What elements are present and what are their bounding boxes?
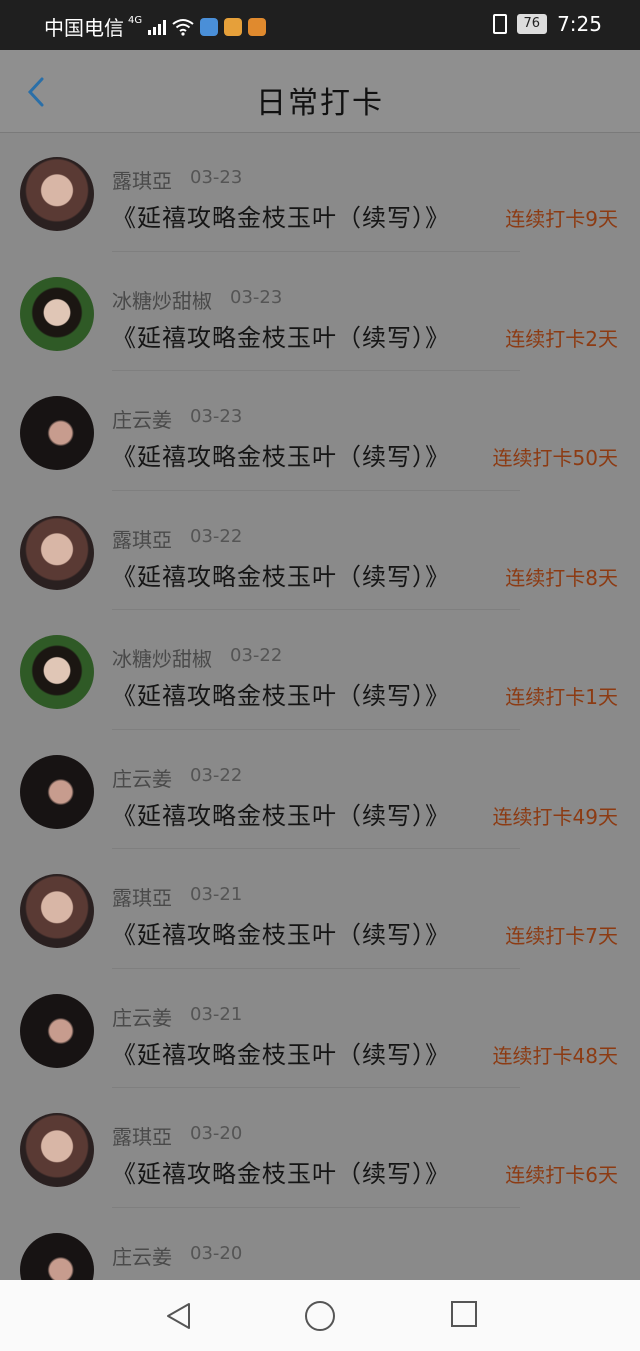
streak-label: 连续打卡9天 [505,207,618,231]
checkin-date: 03-21 [190,1003,243,1025]
book-title: 《延禧攻略金枝玉叶（续写）》 [112,323,450,352]
streak-label: 连续打卡50天 [492,446,618,470]
user-name: 冰糖炒甜椒 [112,647,212,671]
user-name: 庄云姜 [112,1005,172,1030]
book-title: 《延禧攻略金枝玉叶（续写）》 [112,443,450,471]
avatar[interactable] [20,157,94,231]
avatar[interactable] [20,515,94,590]
system-nav-bar [0,1280,640,1351]
app-notification-icon [200,17,219,36]
streak-label: 连续打卡48天 [492,1043,618,1068]
book-title: 《延禧攻略金枝玉叶（续写）》 [112,801,450,830]
book-title: 《延禧攻略金枝玉叶（续写）》 [112,204,450,232]
streak-label: 连续打卡7天 [505,924,618,948]
battery-icon: 76 [516,14,548,34]
checkin-date: 03-20 [190,1242,243,1264]
list-item[interactable]: 露琪亞 03-23 《延禧攻略金枝玉叶（续写）》 连续打卡9天 [0,132,640,252]
user-name: 庄云姜 [112,408,172,432]
avatar[interactable] [20,396,94,470]
weibo-icon [224,17,243,36]
user-name: 露琪亞 [112,886,172,910]
avatar[interactable] [20,993,94,1068]
status-bar: 中国电信 4G 76 7:25 [0,0,640,50]
status-right: 76 7:25 [492,12,602,36]
wifi-icon [172,18,194,36]
book-title: 《延禧攻略金枝玉叶（续写）》 [112,921,450,949]
book-title: 《延禧攻略金枝玉叶（续写）》 [112,562,450,591]
signal-icon [148,19,167,35]
avatar[interactable] [20,276,94,351]
user-name: 冰糖炒甜椒 [112,288,212,313]
list-item[interactable]: 冰糖炒甜椒 03-23 《延禧攻略金枝玉叶（续写）》 连续打卡2天 [0,252,640,371]
list-item[interactable]: 露琪亞 03-21 《延禧攻略金枝玉叶（续写）》 连续打卡7天 [0,849,640,969]
book-title: 《延禧攻略金枝玉叶（续写）》 [112,682,450,710]
user-name: 露琪亞 [112,527,172,552]
list-item[interactable]: 庄云姜03-20《延禧攻略金枝玉叶（续写）》 [0,1208,640,1280]
list-item[interactable]: 露琪亞 03-20 《延禧攻略金枝玉叶（续写）》 连续打卡6天 [0,1088,640,1208]
nav-home-icon[interactable] [305,1301,335,1331]
clock: 7:25 [557,12,602,36]
video-app-icon [248,17,267,36]
nav-recents-icon[interactable] [451,1301,477,1327]
nav-back-icon[interactable] [165,1302,191,1330]
page-header: 日常打卡 [0,50,640,133]
list-item[interactable]: 庄云姜 03-21 《延禧攻略金枝玉叶（续写）》 连续打卡48天 [0,969,640,1088]
status-left: 中国电信 4G [44,12,267,41]
checkin-list[interactable]: 露琪亞 03-23 《延禧攻略金枝玉叶（续写）》 连续打卡9天冰糖炒甜椒 03-23 《延… [0,132,640,1280]
checkin-date: 03-23 [190,167,243,188]
checkin-date: 03-22 [230,645,283,666]
checkin-date: 03-23 [230,286,283,308]
avatar[interactable] [20,754,94,829]
book-title: 《延禧攻略金枝玉叶（续写）》 [112,1160,450,1188]
page-title: 日常打卡 [256,86,384,121]
carrier-label: 中国电信 [44,16,124,40]
checkin-date: 03-22 [190,764,243,786]
user-name: 露琪亞 [112,1125,172,1149]
streak-label: 连续打卡6天 [505,1163,618,1187]
streak-label: 连续打卡49天 [492,804,618,829]
streak-label: 连续打卡1天 [505,685,618,709]
network-type: 4G [128,15,143,26]
list-item[interactable]: 冰糖炒甜椒 03-22 《延禧攻略金枝玉叶（续写）》 连续打卡1天 [0,610,640,730]
avatar[interactable] [20,1232,94,1280]
streak-label: 连续打卡8天 [505,565,618,590]
avatar[interactable] [20,1113,94,1187]
list-item[interactable]: 露琪亞 03-22 《延禧攻略金枝玉叶（续写）》 连续打卡8天 [0,491,640,610]
avatar[interactable] [20,635,94,709]
user-name: 庄云姜 [112,766,172,791]
checkin-date: 03-23 [190,406,243,427]
checkin-date: 03-21 [190,884,243,905]
streak-label: 连续打卡2天 [505,326,618,351]
checkin-date: 03-22 [190,525,243,547]
user-name: 庄云姜 [112,1244,172,1269]
book-title: 《延禧攻略金枝玉叶（续写）》 [112,1040,450,1069]
list-item[interactable]: 庄云姜 03-23 《延禧攻略金枝玉叶（续写）》 连续打卡50天 [0,371,640,491]
checkin-date: 03-20 [190,1123,243,1144]
vibrate-icon [492,14,507,34]
list-item[interactable]: 庄云姜 03-22 《延禧攻略金枝玉叶（续写）》 连续打卡49天 [0,730,640,849]
user-name: 露琪亞 [112,169,172,193]
avatar[interactable] [20,874,94,948]
